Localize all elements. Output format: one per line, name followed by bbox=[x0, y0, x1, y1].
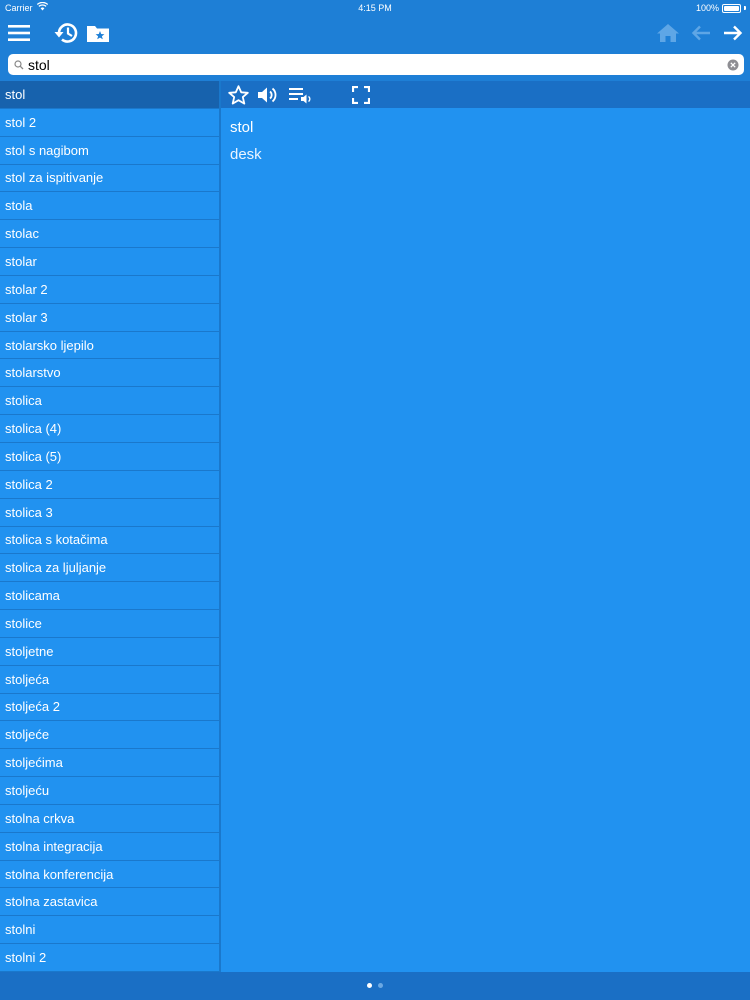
list-item[interactable]: stoljeću bbox=[0, 777, 219, 805]
list-item[interactable]: stolica s kotačima bbox=[0, 527, 219, 555]
speaker-icon[interactable] bbox=[255, 81, 281, 108]
list-item[interactable]: stolica 2 bbox=[0, 471, 219, 499]
list-item[interactable]: stoljeća bbox=[0, 666, 219, 694]
menu-icon[interactable] bbox=[4, 16, 34, 50]
list-item[interactable]: stol bbox=[0, 81, 219, 109]
forward-arrow-icon[interactable] bbox=[720, 16, 746, 50]
home-icon[interactable] bbox=[654, 16, 682, 50]
list-item[interactable]: stolac bbox=[0, 220, 219, 249]
playlist-audio-icon[interactable] bbox=[286, 81, 314, 108]
list-item[interactable]: stol za ispitivanje bbox=[0, 165, 219, 193]
word-list[interactable]: stol stol 2 stol s nagibom stol za ispitiva… bbox=[0, 81, 219, 972]
list-item[interactable]: stolna konferencija bbox=[0, 861, 219, 889]
translation: desk bbox=[230, 146, 262, 163]
top-toolbar bbox=[0, 16, 750, 50]
list-item[interactable]: stolna crkva bbox=[0, 805, 219, 833]
list-item[interactable]: stoljećima bbox=[0, 749, 219, 778]
search-input[interactable] bbox=[28, 55, 722, 74]
battery-percent: 100% bbox=[695, 3, 719, 13]
search-icon bbox=[10, 59, 28, 70]
list-item[interactable]: stol 2 bbox=[0, 109, 219, 137]
list-item[interactable]: stoljeća 2 bbox=[0, 694, 219, 722]
status-bar: Carrier 4:15 PM 100% bbox=[0, 0, 750, 16]
list-item[interactable]: stolice bbox=[0, 610, 219, 638]
list-item[interactable]: stol s nagibom bbox=[0, 137, 219, 165]
list-item[interactable]: stolar 2 bbox=[0, 276, 219, 304]
list-item[interactable]: stolni bbox=[0, 916, 219, 945]
page-dot[interactable] bbox=[367, 983, 372, 988]
list-item[interactable]: stolica (5) bbox=[0, 443, 219, 471]
list-item[interactable]: stolar bbox=[0, 248, 219, 276]
history-icon[interactable] bbox=[52, 16, 80, 50]
list-item[interactable]: stolni 2 bbox=[0, 944, 219, 972]
favorites-folder-icon[interactable] bbox=[85, 16, 111, 50]
list-item[interactable]: stolarstvo bbox=[0, 359, 219, 388]
list-item[interactable]: stolicama bbox=[0, 582, 219, 611]
list-item[interactable]: stolna zastavica bbox=[0, 888, 219, 917]
detail-panel: stol desk bbox=[221, 81, 750, 972]
app-window: Carrier 4:15 PM 100% stol stol stol 2 st… bbox=[0, 0, 750, 1000]
headword: stol bbox=[230, 119, 254, 136]
list-item[interactable]: stolica (4) bbox=[0, 415, 219, 443]
list-item[interactable]: stolarsko ljepilo bbox=[0, 332, 219, 360]
status-right: 100% bbox=[696, 0, 746, 16]
list-item[interactable]: stolica bbox=[0, 387, 219, 416]
list-item[interactable]: stolna integracija bbox=[0, 833, 219, 861]
page-dot[interactable] bbox=[378, 983, 383, 988]
battery-icon bbox=[722, 3, 741, 13]
search-bar bbox=[8, 54, 744, 75]
back-arrow-icon[interactable] bbox=[688, 16, 714, 50]
bottom-bar bbox=[0, 972, 750, 1000]
detail-toolbar bbox=[221, 81, 750, 108]
battery-tip bbox=[744, 6, 746, 10]
status-time: 4:15 PM bbox=[358, 3, 392, 13]
clear-search-icon[interactable] bbox=[722, 59, 744, 71]
list-item[interactable]: stoljetne bbox=[0, 638, 219, 666]
fullscreen-icon[interactable] bbox=[349, 81, 373, 108]
page-indicator[interactable] bbox=[0, 983, 750, 988]
list-item[interactable]: stoljeće bbox=[0, 721, 219, 750]
list-item[interactable]: stolica 3 bbox=[0, 499, 219, 527]
list-item[interactable]: stola bbox=[0, 192, 219, 221]
list-item[interactable]: stolica za ljuljanje bbox=[0, 554, 219, 583]
star-icon[interactable] bbox=[226, 81, 250, 108]
list-item[interactable]: stolar 3 bbox=[0, 304, 219, 332]
